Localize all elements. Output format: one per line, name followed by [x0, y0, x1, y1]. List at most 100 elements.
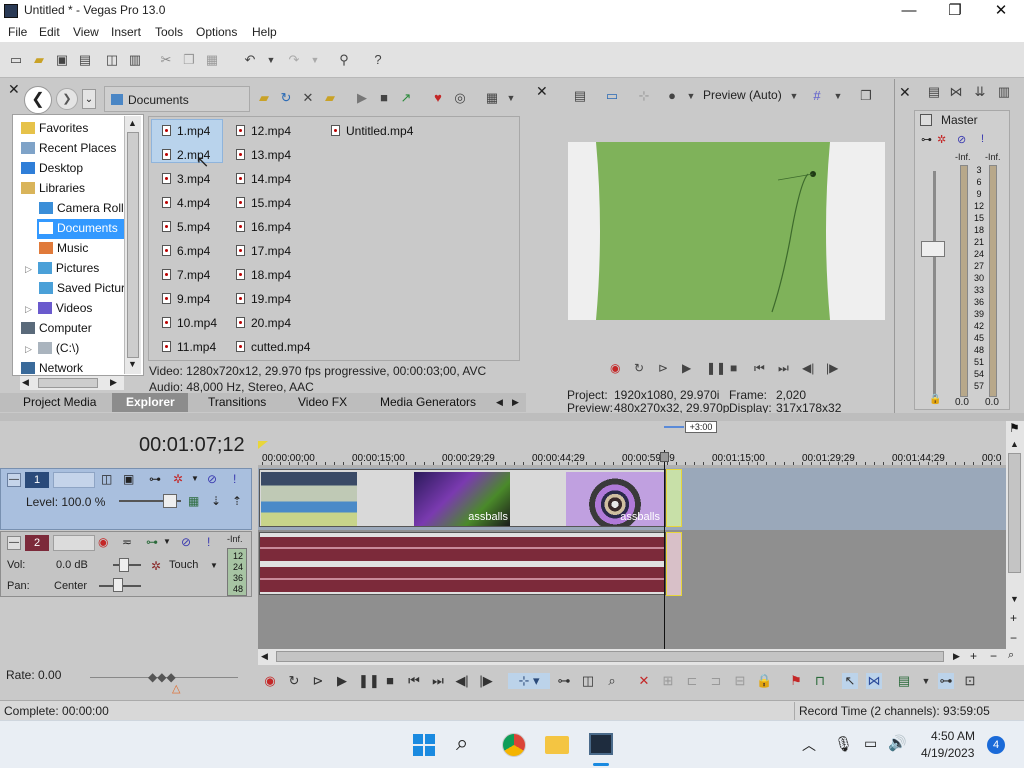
go-to-end-icon[interactable]: ⏭ — [430, 673, 446, 689]
search-icon[interactable]: ⌕ — [456, 730, 468, 756]
preview-quality-dropdown-icon[interactable]: ▼ — [683, 88, 699, 104]
back-button[interactable]: ❮ — [24, 86, 52, 114]
zoom-tool-icon[interactable]: ⌕ — [1008, 649, 1014, 662]
expand-arrow-icon[interactable]: ▷ — [25, 344, 32, 354]
file-item[interactable]: 11.mp4 — [162, 340, 216, 354]
stop-icon[interactable]: ■ — [382, 673, 398, 689]
zoom-in-horizontal-icon[interactable]: + — [970, 649, 977, 663]
show-hidden-icons-icon[interactable]: ︿ — [802, 735, 816, 755]
video-output-fx-icon[interactable]: ▤ — [572, 88, 588, 104]
invert-phase-icon[interactable]: ≂ — [122, 535, 132, 549]
pause-icon[interactable]: ❚❚ — [706, 361, 726, 375]
preview-mode-dropdown-icon[interactable]: ▼ — [786, 88, 802, 104]
file-item[interactable]: 6.mp4 — [162, 244, 210, 258]
tree-item-favorites[interactable]: Favorites — [21, 121, 88, 135]
pan-slider-thumb[interactable] — [113, 578, 123, 592]
chrome-icon[interactable] — [502, 733, 526, 757]
playhead-cursor[interactable] — [664, 450, 665, 650]
timeline-vertical-scrollbar[interactable]: ⚑ ▲ ▼ + − — [1006, 421, 1024, 649]
views-icon[interactable]: ▦ — [484, 90, 500, 106]
file-item[interactable]: 10.mp4 — [162, 316, 217, 330]
menu-view[interactable]: View — [73, 25, 99, 39]
tree-item-camera-roll[interactable]: Camera Roll — [39, 201, 124, 215]
overlays-icon[interactable]: # — [809, 88, 825, 104]
go-to-start-icon[interactable]: ⏮ — [754, 361, 765, 375]
file-item[interactable]: cutted.mp4 — [236, 340, 310, 354]
master-fx-icon[interactable]: ✲ — [937, 133, 946, 146]
scroll-thumb[interactable] — [276, 651, 944, 662]
track-minimize-icon[interactable]: — — [7, 473, 21, 487]
lock-envelopes-icon[interactable]: ⊶ — [938, 673, 954, 689]
scroll-down-arrow-icon[interactable]: ▼ — [128, 359, 137, 369]
previous-frame-icon[interactable]: ◀| — [454, 673, 470, 689]
clock-time[interactable]: 4:50 AM — [931, 729, 975, 743]
track-motion-icon[interactable]: ⊶ — [149, 472, 161, 486]
loop-playback-icon[interactable]: ↻ — [286, 673, 302, 689]
stop-icon[interactable]: ■ — [730, 361, 737, 375]
trim-icon[interactable]: ⊞ — [660, 673, 676, 689]
up-folder-icon[interactable]: ▰ — [256, 90, 272, 106]
tree-item-pictures[interactable]: ▷ Pictures — [25, 261, 99, 275]
file-item[interactable]: 19.mp4 — [236, 292, 291, 306]
file-item[interactable]: 1.mp4 — [162, 124, 210, 138]
play-icon[interactable]: ▶ — [682, 361, 691, 375]
scroll-down-arrow-icon[interactable]: ▼ — [1010, 594, 1019, 604]
file-item[interactable]: 9.mp4 — [162, 292, 210, 306]
track-fx-icon[interactable]: ⊶ — [146, 535, 158, 549]
scroll-up-arrow-icon[interactable]: ▲ — [128, 118, 137, 128]
next-frame-icon[interactable]: |▶ — [478, 673, 494, 689]
ignore-event-grouping-icon[interactable]: ⊡ — [962, 673, 978, 689]
preview-mode[interactable]: Preview (Auto) — [703, 88, 782, 102]
volume-icon[interactable]: 🔊 — [888, 734, 907, 752]
new-project-icon[interactable]: ▭ — [8, 52, 24, 68]
tree-item-network[interactable]: Network — [21, 361, 83, 375]
scroll-thumb[interactable] — [1008, 453, 1021, 573]
open-folder-icon[interactable]: ▰ — [31, 52, 47, 68]
delete-icon[interactable]: ✕ — [636, 673, 652, 689]
video-event[interactable]: assballs assballs — [259, 469, 666, 527]
play-from-start-icon[interactable]: ⊳ — [310, 673, 326, 689]
tree-item-desktop[interactable]: Desktop — [21, 161, 83, 175]
scroll-up-arrow-icon[interactable]: ▲ — [1010, 439, 1019, 449]
menu-help[interactable]: Help — [252, 25, 277, 39]
history-dropdown-icon[interactable]: ⌄ — [82, 89, 96, 109]
mute-icon[interactable]: ⊘ — [181, 535, 191, 549]
minimize-button[interactable]: — — [886, 0, 932, 22]
compositing-mode-icon[interactable]: ◫ — [101, 472, 112, 486]
arm-for-record-icon[interactable]: ◉ — [98, 535, 108, 549]
auto-ripple-dropdown-icon[interactable]: ▼ — [918, 673, 934, 689]
properties-icon[interactable]: ▥ — [127, 52, 143, 68]
redo-dropdown-icon[interactable]: ▼ — [307, 52, 323, 68]
mute-icon[interactable]: ⊘ — [957, 133, 966, 146]
tab-media-generators[interactable]: Media Generators — [380, 395, 476, 409]
explorer-stop-icon[interactable]: ■ — [376, 90, 392, 106]
file-item[interactable]: 17.mp4 — [236, 244, 291, 258]
tree-item-libraries[interactable]: Libraries — [21, 181, 85, 195]
scroll-left-arrow-icon[interactable]: ◀ — [261, 651, 268, 662]
dim-output-icon[interactable]: ⇊ — [972, 84, 988, 100]
tree-item-saved-pictures[interactable]: Saved Pictur — [39, 281, 125, 295]
path-box[interactable]: Documents — [104, 86, 250, 112]
whats-this-help-icon[interactable]: ? — [370, 52, 386, 68]
scroll-thumb[interactable] — [38, 378, 98, 388]
selected-video-tail[interactable] — [666, 469, 682, 527]
downmix-icon[interactable]: ⋈ — [948, 84, 964, 100]
track-fx-icon[interactable]: ✲ — [173, 472, 183, 486]
tab-scroll-right-icon[interactable]: ▶ — [512, 397, 519, 408]
expand-track-icon[interactable]: ⇡ — [232, 494, 242, 508]
make-compositing-child-icon[interactable]: ▣ — [123, 472, 134, 486]
scroll-left-arrow-icon[interactable]: ◀ — [22, 377, 29, 388]
notification-badge[interactable]: 4 — [987, 736, 1005, 754]
new-folder-icon[interactable]: ▰ — [322, 90, 338, 106]
explorer-close-icon[interactable]: ✕ — [8, 82, 20, 110]
automation-gear-icon[interactable]: ✲ — [151, 559, 161, 573]
auto-ripple-icon[interactable]: ▤ — [896, 673, 912, 689]
menu-file[interactable]: File — [8, 25, 27, 39]
file-item[interactable]: 3.mp4 — [162, 172, 210, 186]
file-item[interactable]: 18.mp4 — [236, 268, 291, 282]
paste-icon[interactable]: ▦ — [204, 52, 220, 68]
preview-quality-icon[interactable]: ● — [664, 88, 680, 104]
tree-item-c-drive[interactable]: ▷ (C:\) — [25, 341, 79, 355]
docking-splitter[interactable] — [0, 413, 1024, 421]
scroll-right-arrow-icon[interactable]: ▶ — [110, 377, 117, 388]
